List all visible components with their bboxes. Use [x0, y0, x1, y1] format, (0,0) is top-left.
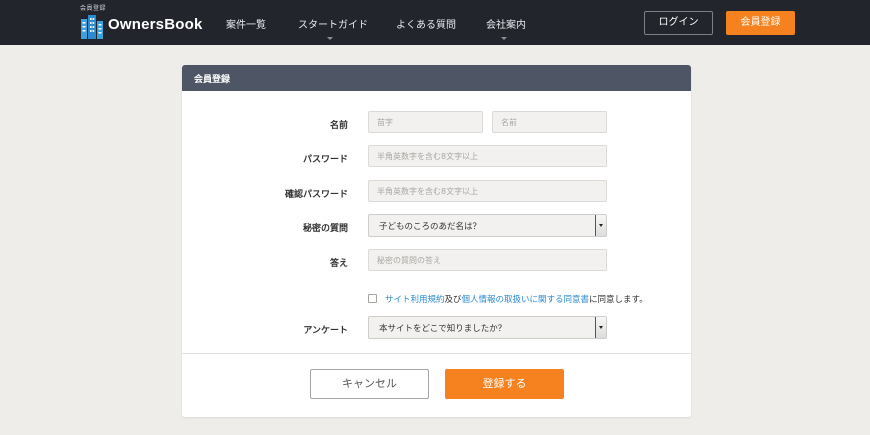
register-button[interactable]: 会員登録 [726, 11, 795, 35]
dropdown-arrow-icon [595, 317, 606, 338]
password-label: パスワード [302, 155, 348, 165]
form-title: 会員登録 [194, 75, 231, 85]
survey-select[interactable]: 本サイトをどこで知りましたか？ [368, 316, 607, 339]
card-header: 会員登録 [182, 65, 691, 91]
confirm-password-input[interactable]: 半角英数字を含む8文字以上 [368, 180, 607, 202]
logo-tagline: 会員登録 [80, 5, 107, 12]
secret-question-select[interactable]: 子どものころのあだ名は？ [368, 214, 607, 237]
answer-label: 答え [329, 259, 348, 269]
submit-register-button[interactable]: 登録する [445, 369, 564, 399]
answer-placeholder: 秘密の質問の答え [377, 256, 441, 265]
nav-item-faq[interactable]: よくある質問 [396, 16, 456, 31]
cancel-button[interactable]: キャンセル [310, 369, 429, 399]
top-navigation-bar: 会員登録 OwnersBook 案件一覧 スタートガイド よくある質問 会社案内… [0, 0, 870, 45]
nav-item-listings[interactable]: 案件一覧 [226, 16, 266, 31]
dropdown-arrow-icon [595, 215, 606, 236]
first-name-placeholder: 名前 [501, 118, 517, 127]
survey-label: アンケート [303, 326, 348, 336]
login-button[interactable]: ログイン [644, 11, 713, 35]
building-logo-icon [81, 15, 103, 39]
logo-wordmark: OwnersBook [108, 16, 203, 33]
agreement-suffix: に同意します。 [589, 295, 648, 305]
last-name-input[interactable]: 苗字 [368, 111, 483, 133]
divider [182, 353, 691, 354]
secret-question-label: 秘密の質問 [302, 224, 348, 234]
agreement-conjunction: 及び [444, 295, 462, 305]
agreement-text: サイト利用規約及び個人情報の取扱いに関する同意書に同意します。 [385, 293, 648, 305]
terms-of-use-link[interactable]: サイト利用規約 [385, 295, 445, 305]
survey-value: 本サイトをどこで知りましたか？ [379, 324, 507, 334]
name-label: 名前 [329, 121, 348, 131]
nav-item-start-guide[interactable]: スタートガイド [298, 16, 368, 31]
registration-form-card: 会員登録 名前 苗字 名前 パスワード 半角英数字を含む8文字以上 確認パスワー… [182, 65, 691, 417]
password-input[interactable]: 半角英数字を含む8文字以上 [368, 145, 607, 167]
answer-input[interactable]: 秘密の質問の答え [368, 249, 607, 271]
password-placeholder: 半角英数字を含む8文字以上 [377, 152, 479, 161]
first-name-input[interactable]: 名前 [492, 111, 607, 133]
chevron-down-icon [327, 37, 333, 40]
nav-item-company[interactable]: 会社案内 [486, 16, 526, 31]
privacy-consent-link[interactable]: 個人情報の取扱いに関する同意書 [462, 295, 590, 305]
confirm-password-label: 確認パスワード [284, 190, 348, 200]
confirm-password-placeholder: 半角英数字を含む8文字以上 [377, 187, 479, 196]
agreement-checkbox[interactable] [368, 294, 377, 303]
last-name-placeholder: 苗字 [377, 118, 393, 127]
secret-question-value: 子どものころのあだ名は？ [379, 222, 482, 232]
chevron-down-icon [501, 37, 507, 40]
